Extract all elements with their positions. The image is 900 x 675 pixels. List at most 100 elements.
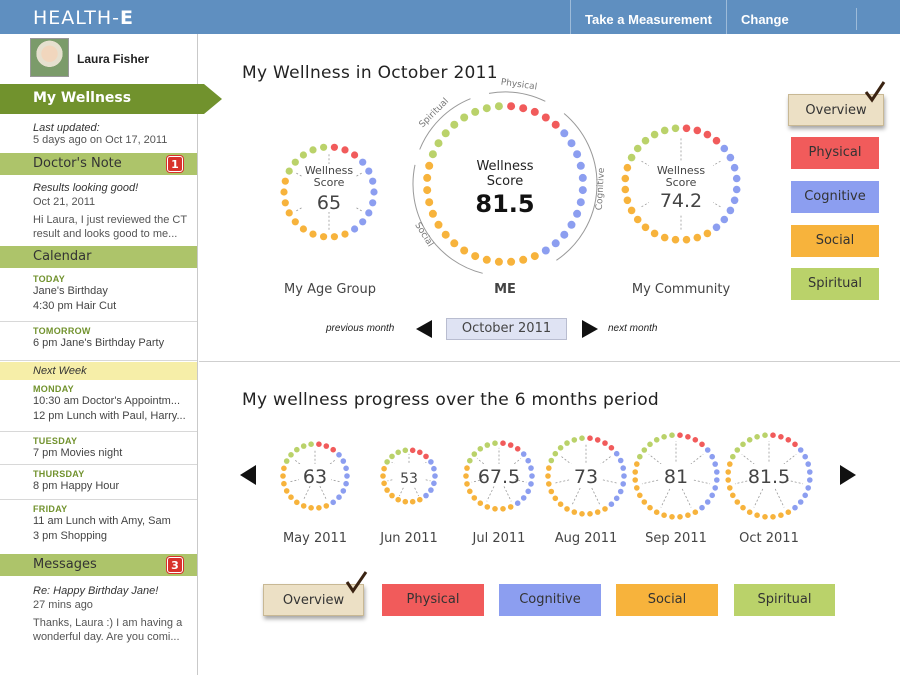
- calendar-header[interactable]: Calendar: [0, 246, 197, 268]
- score-dot: [463, 473, 469, 479]
- score-dot: [423, 453, 429, 460]
- score-dot: [703, 130, 712, 139]
- score-dot: [633, 144, 642, 153]
- messages-badge: 3: [167, 557, 183, 573]
- score-dot: [671, 124, 680, 133]
- next-month-link[interactable]: next month: [608, 323, 657, 334]
- score-dot: [281, 177, 289, 185]
- score-dot: [620, 481, 626, 487]
- message-preview[interactable]: Re: Happy Birthday Jane! 27 mins ago Tha…: [0, 585, 197, 644]
- dial-spoke: [591, 487, 601, 506]
- score-dot: [285, 167, 293, 175]
- score-dot: [369, 199, 377, 207]
- score-dot: [548, 457, 555, 464]
- user-profile[interactable]: Laura Fisher: [0, 34, 197, 84]
- score-dot: [571, 509, 578, 515]
- score-dot: [402, 498, 409, 505]
- progress-score: 63: [303, 466, 327, 488]
- score-dot: [525, 457, 531, 464]
- bottom-filter-spiritual-button[interactable]: Spiritual: [734, 584, 835, 616]
- progress-dial-1[interactable]: 53: [380, 447, 438, 505]
- score-dot: [576, 161, 585, 170]
- progress-dial-2[interactable]: 67.5: [463, 440, 535, 512]
- score-dot: [294, 446, 300, 453]
- score-dot: [732, 174, 741, 183]
- score-dot: [340, 458, 347, 464]
- age-group-dial[interactable]: WellnessScore65: [280, 143, 378, 241]
- doctors-note-header[interactable]: Doctor's Note 1: [0, 153, 197, 175]
- calendar-day-tuesday[interactable]: TUESDAY 7 pm Movies night: [0, 432, 197, 465]
- score-dot: [641, 223, 650, 232]
- score-dot: [709, 453, 715, 460]
- score-dot: [660, 126, 669, 135]
- progress-dial-4[interactable]: 81: [632, 432, 720, 520]
- arrow-right-icon[interactable]: [580, 319, 600, 339]
- bottom-filter-social-button[interactable]: Social: [616, 584, 718, 616]
- dial-spoke: [774, 488, 785, 508]
- score-dot: [409, 498, 416, 505]
- calendar-day-friday[interactable]: FRIDAY 11 am Lunch with Amy, Sam 3 pm Sh…: [0, 500, 197, 553]
- score-dot: [434, 139, 443, 148]
- checkmark-icon: [345, 571, 368, 594]
- dial-spoke: [302, 485, 311, 501]
- score-dot: [797, 447, 804, 453]
- score-dot: [343, 480, 349, 487]
- progress-dial-5[interactable]: 81.5: [725, 432, 813, 520]
- change-settings-link[interactable]: Change Settings: [726, 0, 856, 67]
- score-dot: [519, 104, 528, 113]
- progress-dial-3[interactable]: 73: [545, 435, 627, 517]
- score-dot: [660, 233, 669, 242]
- progress-dial-0[interactable]: 63: [280, 441, 350, 511]
- score-dot: [587, 435, 593, 441]
- me-score: 81.5: [475, 190, 534, 218]
- score-dot: [428, 487, 434, 493]
- filter-social-button[interactable]: Social: [791, 225, 879, 257]
- score-dot: [320, 143, 328, 151]
- score-dot: [520, 451, 527, 457]
- progress-score: 81: [664, 466, 688, 488]
- score-dot: [730, 492, 736, 499]
- progress-title: My wellness progress over the 6 months p…: [242, 390, 660, 410]
- score-dot: [417, 496, 423, 503]
- previous-month-link[interactable]: previous month: [326, 323, 394, 334]
- messages-header[interactable]: Messages 3: [0, 554, 197, 576]
- arrow-right-icon[interactable]: [838, 463, 858, 487]
- score-dot: [712, 136, 721, 145]
- current-month-selector[interactable]: October 2011: [446, 318, 567, 340]
- filter-physical-button[interactable]: Physical: [791, 137, 879, 169]
- score-dot: [560, 129, 569, 138]
- arrow-left-icon[interactable]: [414, 319, 434, 339]
- filter-spiritual-button[interactable]: Spiritual: [791, 268, 879, 300]
- my-wellness-nav[interactable]: My Wellness: [0, 84, 222, 114]
- score-dot: [477, 446, 484, 452]
- calendar-day-tomorrow[interactable]: TOMORROW 6 pm Jane's Birthday Party: [0, 322, 197, 361]
- score-dot: [384, 459, 390, 465]
- take-measurement-link[interactable]: Take a Measurement: [570, 0, 726, 34]
- score-dot: [514, 446, 521, 452]
- score-dot: [726, 153, 735, 162]
- bottom-filter-cognitive-button[interactable]: Cognitive: [499, 584, 601, 616]
- score-dot: [494, 102, 503, 111]
- progress-month-label: Jun 2011: [380, 531, 438, 546]
- score-dot: [579, 511, 585, 517]
- calendar-day-today[interactable]: TODAY Jane's Birthday 4:30 pm Hair Cut: [0, 270, 197, 322]
- age-group-caption: My Age Group: [284, 282, 376, 297]
- score-dot: [602, 440, 608, 446]
- score-dot: [699, 504, 705, 511]
- score-dot: [734, 447, 741, 453]
- score-dot: [641, 499, 648, 505]
- score-dot: [807, 469, 813, 475]
- filter-cognitive-button[interactable]: Cognitive: [791, 181, 879, 213]
- nav-divider: [856, 8, 857, 30]
- score-dot: [620, 465, 626, 471]
- bottom-filter-physical-button[interactable]: Physical: [382, 584, 484, 616]
- doctors-note-preview[interactable]: Results looking good! Oct 21, 2011 Hi La…: [0, 182, 197, 241]
- score-dot: [740, 441, 746, 448]
- calendar-day-monday[interactable]: MONDAY 10:30 am Doctor's Appointm... 12 …: [0, 380, 197, 432]
- calendar-day-thursday[interactable]: THURSDAY 8 pm Happy Hour: [0, 465, 197, 500]
- my-wellness-dial[interactable]: SpiritualPhysicalCognitiveSocialWellness…: [412, 78, 607, 274]
- score-dot: [746, 437, 753, 443]
- arrow-left-icon[interactable]: [238, 463, 258, 487]
- community-dial[interactable]: WellnessScore74.2: [621, 124, 741, 244]
- community-score-label-2: Score: [666, 176, 697, 189]
